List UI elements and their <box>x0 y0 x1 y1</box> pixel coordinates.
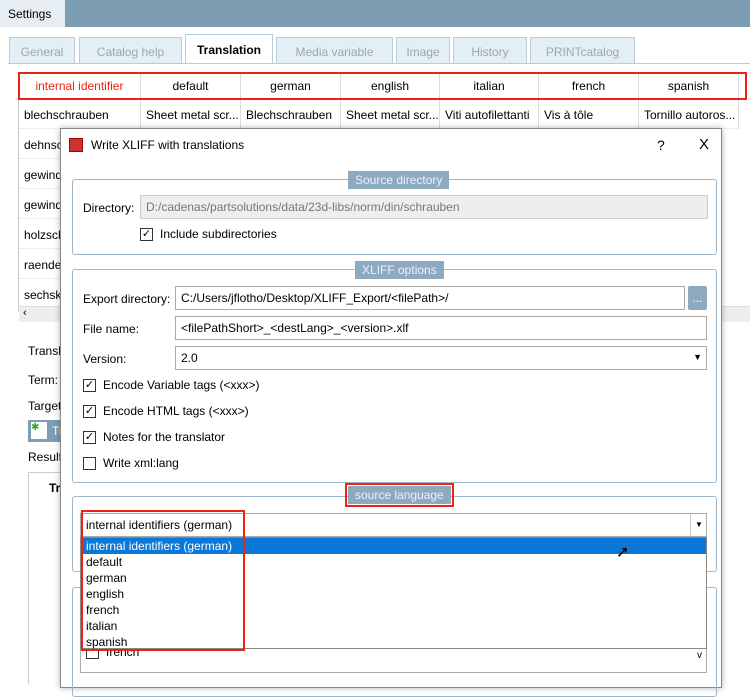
tab-divider <box>8 63 750 64</box>
file-name-label: File name: <box>83 322 140 336</box>
source-directory-group: Directory: D:/cadenas/partsolutions/data… <box>72 179 717 255</box>
title-bar <box>0 0 750 27</box>
export-directory-label: Export directory: <box>83 292 171 306</box>
directory-label: Directory: <box>83 201 135 215</box>
browse-button[interactable]: ... <box>688 286 707 310</box>
dialog-title: Write XLIFF with translations <box>91 138 245 152</box>
encode-html-tags-checkbox[interactable]: ✓ Encode HTML tags (<xxx>) <box>83 404 249 418</box>
source-language-title: source language <box>345 483 454 507</box>
table-cell: blechschrauben <box>19 99 141 129</box>
checkbox-checked-icon: ✓ <box>83 404 96 418</box>
xliff-options-title: XLIFF options <box>355 261 444 279</box>
tab-media-variable[interactable]: Media variable <box>276 37 393 63</box>
table-cell: Viti autofilettanti <box>440 99 539 129</box>
xliff-options-group: Export directory: C:/Users/jflotho/Deskt… <box>72 269 717 483</box>
table-cell: Sheet metal scr... <box>341 99 440 129</box>
checkbox-checked-icon: ✓ <box>83 378 96 392</box>
tab-translation[interactable]: Translation <box>185 34 273 64</box>
header-highlight <box>18 72 747 100</box>
chevron-down-icon[interactable]: ▼ <box>690 514 706 536</box>
term-label: Term: <box>28 373 58 387</box>
close-button[interactable]: X <box>699 136 709 153</box>
checkbox-checked-icon: ✓ <box>140 227 153 241</box>
version-select[interactable]: 2.0 ▼ <box>175 346 707 370</box>
checkbox-label: Encode Variable tags (<xxx>) <box>103 378 260 392</box>
table-cell: Sheet metal scr... <box>141 99 241 129</box>
table-cell: Tornillo autoros... <box>639 99 739 129</box>
translate-icon: ✱ <box>31 422 47 439</box>
app-icon <box>69 138 83 152</box>
window-tab-settings[interactable]: Settings <box>0 0 65 27</box>
checkbox-label: Notes for the translator <box>103 430 226 444</box>
version-value: 2.0 <box>181 351 198 365</box>
table-cell: Blechschrauben <box>241 99 341 129</box>
dropdown-highlight <box>81 510 245 651</box>
chevron-down-icon: ▼ <box>693 352 702 362</box>
tab-printcatalog[interactable]: PRINTcatalog <box>530 37 635 63</box>
tab-catalog-help[interactable]: Catalog help <box>79 37 182 63</box>
file-name-field[interactable]: <filePathShort>_<destLang>_<version>.xlf <box>175 316 707 340</box>
encode-variable-tags-checkbox[interactable]: ✓ Encode Variable tags (<xxx>) <box>83 378 260 392</box>
source-directory-title: Source directory <box>348 171 450 189</box>
version-label: Version: <box>83 352 127 366</box>
checkbox-label: Encode HTML tags (<xxx>) <box>103 404 249 418</box>
table-row[interactable]: blechschrauben Sheet metal scr... Blechs… <box>19 99 739 129</box>
notes-for-translator-checkbox[interactable]: ✓ Notes for the translator <box>83 430 225 444</box>
export-directory-field[interactable]: C:/Users/jflotho/Desktop/XLIFF_Export/<f… <box>175 286 685 310</box>
checkbox-label: Write xml:lang <box>103 456 179 470</box>
target-label: Target <box>28 399 62 413</box>
scroll-down-icon[interactable]: v <box>697 650 702 661</box>
tab-history[interactable]: History <box>453 37 527 63</box>
table-cell: Vis à tôle <box>539 99 639 129</box>
write-xliff-dialog: Write XLIFF with translations ? X Direct… <box>60 128 722 697</box>
checkbox-unchecked-icon <box>83 456 96 470</box>
write-xml-lang-checkbox[interactable]: Write xml:lang <box>83 456 179 470</box>
mouse-cursor-icon: ➚ <box>616 544 630 561</box>
include-subdirectories-checkbox[interactable]: ✓ Include subdirectories <box>140 227 277 241</box>
tab-general[interactable]: General <box>9 37 75 63</box>
directory-field[interactable]: D:/cadenas/partsolutions/data/23d-libs/n… <box>140 195 708 219</box>
checkbox-label: Include subdirectories <box>160 227 277 241</box>
tab-image[interactable]: Image <box>396 37 450 63</box>
checkbox-checked-icon: ✓ <box>83 430 96 444</box>
result-label: Result <box>28 450 63 464</box>
scroll-left-icon[interactable]: ‹ <box>23 307 27 319</box>
help-button[interactable]: ? <box>657 137 665 153</box>
